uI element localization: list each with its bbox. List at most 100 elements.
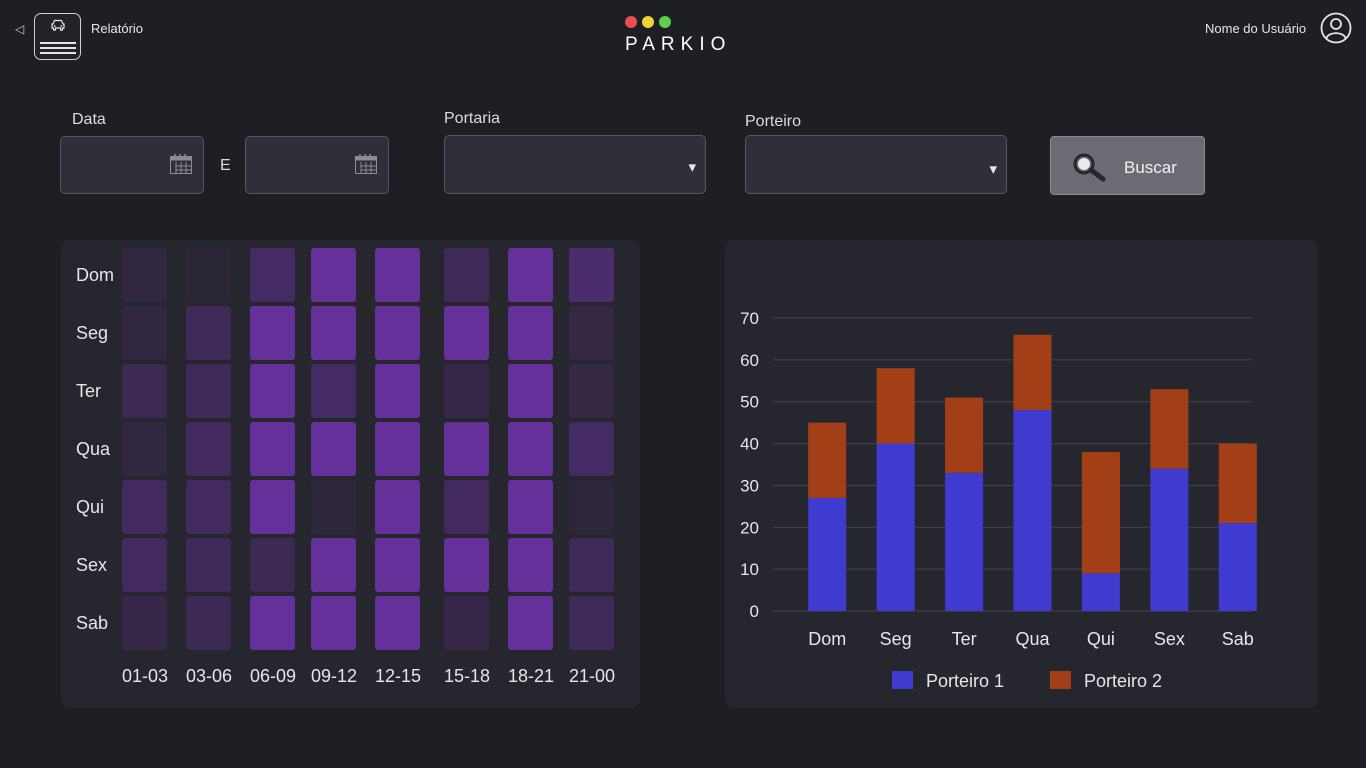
heatmap-cell[interactable] <box>508 480 553 534</box>
bar-segment <box>1013 334 1052 411</box>
legend-swatch <box>1050 671 1071 689</box>
bar-segment <box>945 397 984 473</box>
heatmap-grid: Dom Seg Ter Qua Qui Sex Sab 01-03 03-06 06-09 09-1… <box>61 240 640 708</box>
heatmap-col-label: 18-21 <box>507 666 555 686</box>
heatmap-cell[interactable] <box>444 306 489 360</box>
chevron-down-icon: ▾ <box>989 161 997 178</box>
menu-button[interactable] <box>34 13 81 60</box>
chart-panel: 0 10 20 30 40 50 60 70 Dom Seg Ter Qua Qui Sex Sab Port… <box>725 240 1318 708</box>
legend-label: Porteiro 2 <box>1084 671 1162 691</box>
brand-logo: PARKIO <box>625 34 732 55</box>
heatmap-cell[interactable] <box>375 306 420 360</box>
bar-segment <box>808 422 847 498</box>
heatmap-cell[interactable] <box>375 596 420 650</box>
heatmap-cell[interactable] <box>311 480 356 534</box>
logo-dot-red <box>625 16 637 28</box>
heatmap-cell[interactable] <box>375 248 420 302</box>
heatmap-cell[interactable] <box>508 306 553 360</box>
heatmap-cell[interactable] <box>122 538 167 592</box>
heatmap-cell[interactable] <box>444 364 489 418</box>
y-tick-label: 10 <box>740 560 759 579</box>
back-icon[interactable]: ◁ <box>15 22 24 36</box>
heatmap-cell[interactable] <box>444 480 489 534</box>
heatmap-cell[interactable] <box>444 422 489 476</box>
heatmap-cell[interactable] <box>569 596 614 650</box>
heatmap-cell[interactable] <box>250 306 295 360</box>
heatmap-cell[interactable] <box>375 422 420 476</box>
heatmap-panel: Dom Seg Ter Qua Qui Sex Sab 01-03 03-06 06-09 09-1… <box>61 240 640 708</box>
gate-label: Portaria <box>444 110 501 127</box>
heatmap-row-label: Sab <box>76 613 109 633</box>
gate-select[interactable]: ▾ <box>444 135 706 194</box>
heatmap-cell[interactable] <box>311 422 356 476</box>
heatmap-cell[interactable] <box>250 480 295 534</box>
heatmap-cell[interactable] <box>122 596 167 650</box>
heatmap-col-label: 09-12 <box>310 666 358 686</box>
heatmap-cell[interactable] <box>508 422 553 476</box>
heatmap-cell[interactable] <box>508 596 553 650</box>
heatmap-cell[interactable] <box>186 306 231 360</box>
heatmap-cell[interactable] <box>444 596 489 650</box>
legend-label: Porteiro 1 <box>926 671 1004 691</box>
heatmap-cell[interactable] <box>311 596 356 650</box>
heatmap-cell[interactable] <box>122 422 167 476</box>
heatmap-col-label: 15-18 <box>443 666 491 686</box>
heatmap-cell[interactable] <box>569 364 614 418</box>
heatmap-cell[interactable] <box>186 480 231 534</box>
logo-dots <box>625 16 671 28</box>
heatmap-cell[interactable] <box>122 364 167 418</box>
y-tick-label: 70 <box>740 309 759 328</box>
heatmap-col-label: 06-09 <box>249 666 297 686</box>
heatmap-cell[interactable] <box>186 364 231 418</box>
heatmap-cell[interactable] <box>186 422 231 476</box>
heatmap-cell[interactable] <box>375 538 420 592</box>
date-end-input[interactable] <box>245 136 389 194</box>
heatmap-cell[interactable] <box>508 538 553 592</box>
heatmap-cell[interactable] <box>569 422 614 476</box>
calendar-icon <box>170 154 192 174</box>
car-icon <box>51 19 65 31</box>
heatmap-col-label: 12-15 <box>374 666 422 686</box>
heatmap-cell[interactable] <box>250 364 295 418</box>
heatmap-cell[interactable] <box>444 248 489 302</box>
heatmap-row-label: Qua <box>76 439 111 459</box>
heatmap-cell[interactable] <box>122 480 167 534</box>
heatmap-cell[interactable] <box>375 364 420 418</box>
heatmap-cell[interactable] <box>311 306 356 360</box>
heatmap-cell[interactable] <box>250 422 295 476</box>
x-tick-label: Sex <box>1154 629 1185 649</box>
heatmap-cell[interactable] <box>311 538 356 592</box>
heatmap-cell[interactable] <box>569 306 614 360</box>
x-tick-label: Seg <box>880 629 912 649</box>
y-tick-label: 60 <box>740 351 759 370</box>
date-start-input[interactable] <box>60 136 204 194</box>
heatmap-cell[interactable] <box>311 364 356 418</box>
user-circle-icon[interactable] <box>1320 12 1352 44</box>
heatmap-cell[interactable] <box>250 248 295 302</box>
heatmap-cell[interactable] <box>186 248 231 302</box>
heatmap-cell[interactable] <box>122 306 167 360</box>
y-tick-label: 20 <box>740 518 759 537</box>
user-name[interactable]: Nome do Usuário <box>1205 21 1306 36</box>
x-tick-label: Dom <box>808 629 846 649</box>
heatmap-cell[interactable] <box>508 248 553 302</box>
heatmap-cell[interactable] <box>569 480 614 534</box>
heatmap-cell[interactable] <box>186 538 231 592</box>
doorman-label: Porteiro <box>745 113 802 130</box>
heatmap-cell[interactable] <box>569 248 614 302</box>
heatmap-cell[interactable] <box>569 538 614 592</box>
heatmap-cell[interactable] <box>375 480 420 534</box>
heatmap-cell[interactable] <box>311 248 356 302</box>
heatmap-cell[interactable] <box>250 596 295 650</box>
bar-segment <box>1218 523 1257 611</box>
heatmap-row-label: Dom <box>76 265 115 285</box>
heatmap-cell[interactable] <box>444 538 489 592</box>
heatmap-cell[interactable] <box>250 538 295 592</box>
heatmap-row-label: Ter <box>76 381 102 401</box>
heatmap-cell[interactable] <box>186 596 231 650</box>
logo-dot-yellow <box>642 16 654 28</box>
heatmap-cell[interactable] <box>122 248 167 302</box>
search-button[interactable]: Buscar <box>1050 136 1205 195</box>
heatmap-cell[interactable] <box>508 364 553 418</box>
doorman-select[interactable]: ▾ <box>745 135 1007 194</box>
